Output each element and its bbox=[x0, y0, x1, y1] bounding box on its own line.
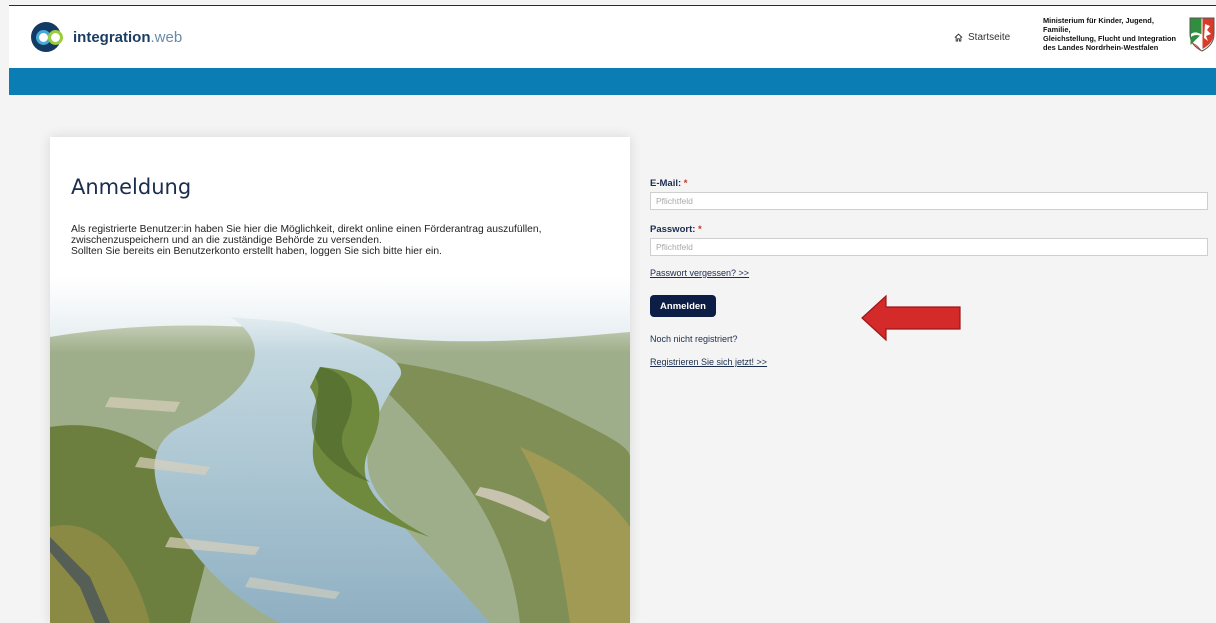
logo-text: integration.web bbox=[73, 28, 183, 46]
site-header: integration.web Startseite Ministerium f… bbox=[9, 6, 1216, 68]
home-icon bbox=[954, 33, 963, 42]
home-link-label: Startseite bbox=[968, 32, 1011, 43]
login-button[interactable]: Anmelden bbox=[650, 295, 716, 317]
nav-bar bbox=[9, 68, 1216, 95]
ministry-name: Ministerium für Kinder, Jugend, Familie,… bbox=[1043, 16, 1177, 52]
integration-logo-icon bbox=[31, 22, 69, 52]
login-description: Als registrierte Benutzer:in haben Sie h… bbox=[71, 224, 542, 257]
nrw-crest-icon bbox=[1189, 17, 1215, 52]
register-link[interactable]: Registrieren Sie sich jetzt! >> bbox=[650, 357, 767, 367]
page-title: Anmeldung bbox=[71, 175, 192, 199]
logo-link[interactable]: integration.web bbox=[31, 22, 182, 52]
email-input[interactable] bbox=[650, 192, 1208, 210]
password-input[interactable] bbox=[650, 238, 1208, 256]
home-link[interactable]: Startseite bbox=[954, 32, 1010, 43]
left-arrow-icon bbox=[861, 294, 961, 342]
river-aerial-image bbox=[50, 277, 630, 623]
password-label: Passwort: * bbox=[650, 224, 702, 235]
forgot-password-link[interactable]: Passwort vergessen? >> bbox=[650, 268, 749, 278]
login-info-card: Anmeldung Als registrierte Benutzer:in h… bbox=[50, 137, 630, 623]
email-label: E-Mail: * bbox=[650, 178, 688, 189]
